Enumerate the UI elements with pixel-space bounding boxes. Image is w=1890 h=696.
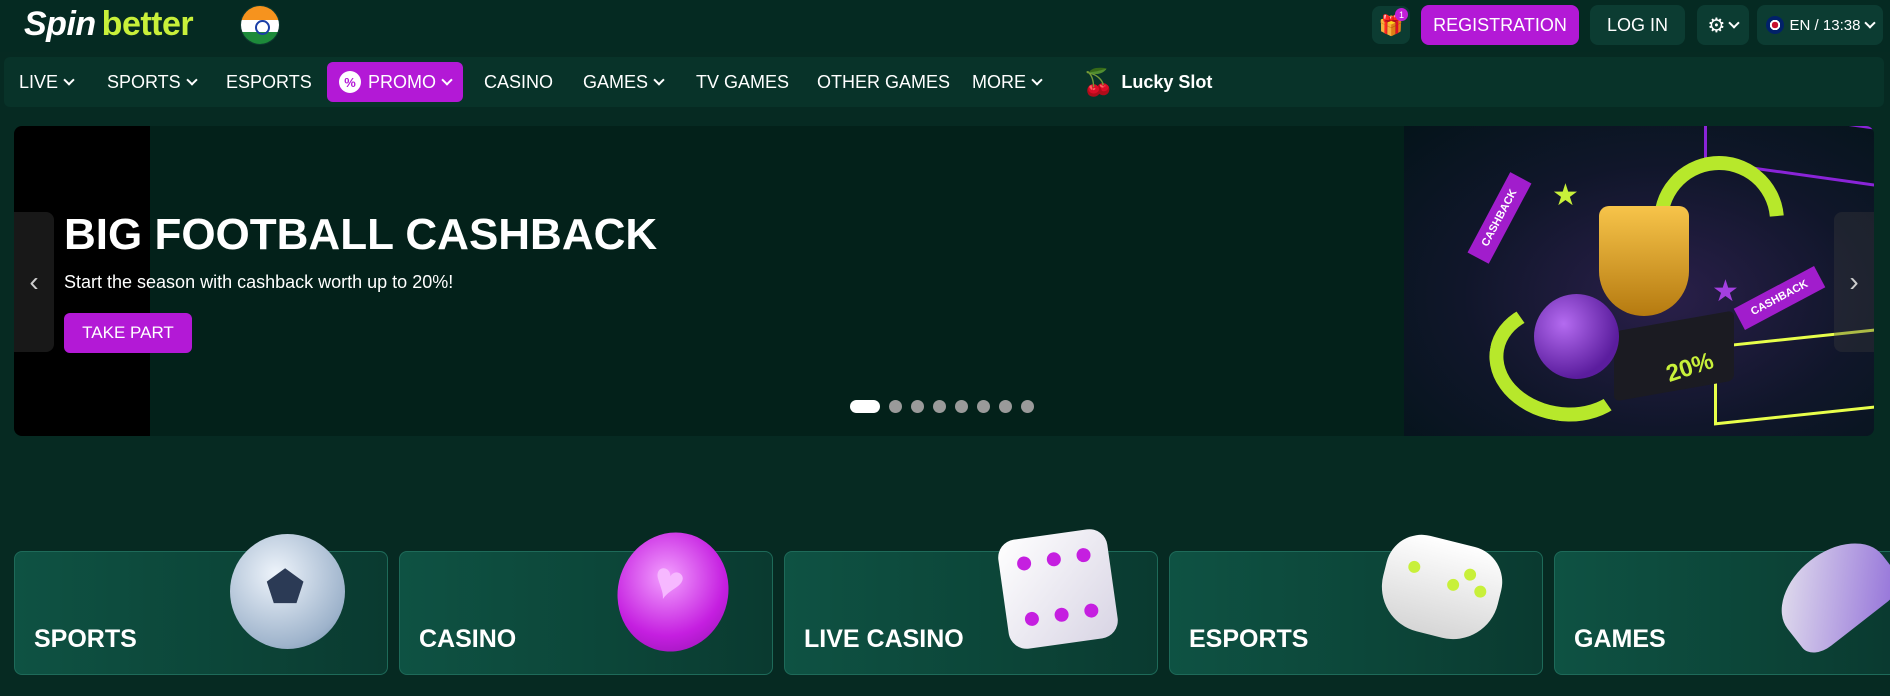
category-label: SPORTS bbox=[34, 625, 137, 653]
soccer-ball-icon bbox=[230, 534, 345, 649]
carousel-next-button[interactable]: › bbox=[1834, 212, 1874, 352]
purple-ball-icon bbox=[1534, 294, 1619, 379]
nav-item-label: ESPORTS bbox=[226, 71, 312, 92]
carousel-dot[interactable] bbox=[889, 400, 902, 413]
logo-better: better bbox=[101, 4, 194, 43]
nav-item-label: LIVE bbox=[19, 71, 59, 92]
gift-button[interactable]: 🎁 1 bbox=[1372, 6, 1410, 44]
logo-spin: Spin bbox=[24, 4, 96, 43]
nav-item-sports[interactable]: SPORTS bbox=[107, 62, 198, 102]
category-label: ESPORTS bbox=[1189, 625, 1309, 653]
nav-item-games[interactable]: GAMES bbox=[583, 62, 665, 102]
dice-icon bbox=[995, 526, 1121, 652]
nav-item-label: TV GAMES bbox=[696, 71, 790, 92]
carousel-dot[interactable] bbox=[850, 400, 880, 413]
cherry-icon: 🍒 bbox=[1082, 66, 1115, 97]
nav-item-tv-games[interactable]: TV GAMES bbox=[696, 62, 789, 102]
nav-item-label: GAMES bbox=[583, 71, 649, 92]
chevron-down-icon bbox=[441, 74, 453, 86]
main-nav: LIVE SPORTS ESPORTS % PROMO CASINO GAMES… bbox=[4, 57, 1884, 107]
category-card-casino[interactable]: CASINO bbox=[399, 517, 773, 675]
category-label: CASINO bbox=[419, 625, 517, 653]
registration-button[interactable]: REGISTRATION bbox=[1421, 5, 1579, 45]
gift-count-badge: 1 bbox=[1395, 8, 1408, 21]
nav-item-live[interactable]: LIVE bbox=[19, 62, 75, 102]
nav-item-more[interactable]: MORE bbox=[972, 62, 1043, 102]
banner-title: BIG FOOTBALL CASHBACK bbox=[64, 210, 658, 259]
language-time-label: EN / 13:38 bbox=[1789, 16, 1861, 34]
banner-subtitle: Start the season with cashback worth up … bbox=[64, 272, 454, 292]
language-time-button[interactable]: EN / 13:38 bbox=[1757, 5, 1883, 45]
site-logo[interactable]: Spin better bbox=[24, 4, 194, 43]
cashback-ribbon: CASHBACK bbox=[1467, 172, 1532, 264]
chevron-down-icon bbox=[653, 74, 665, 86]
gear-icon: ⚙ bbox=[1707, 14, 1726, 37]
nav-item-label: MORE bbox=[972, 71, 1026, 92]
category-label: LIVE CASINO bbox=[804, 625, 964, 653]
carousel-dot[interactable] bbox=[911, 400, 924, 413]
category-card-esports[interactable]: ESPORTS bbox=[1169, 527, 1543, 675]
nav-item-label: SPORTS bbox=[107, 71, 181, 92]
category-card-live-casino[interactable]: LIVE CASINO bbox=[784, 526, 1158, 675]
carousel-dot[interactable] bbox=[933, 400, 946, 413]
chevron-right-icon: › bbox=[1849, 266, 1859, 297]
uk-flag-icon bbox=[1765, 16, 1784, 34]
carousel-dot[interactable] bbox=[1021, 400, 1034, 413]
nav-item-label: CASINO bbox=[484, 71, 554, 92]
carousel-dot[interactable] bbox=[955, 400, 968, 413]
nav-item-casino[interactable]: CASINO bbox=[484, 62, 553, 102]
category-card-sports[interactable]: SPORTS bbox=[14, 534, 388, 675]
nav-item-label: PROMO bbox=[368, 71, 437, 92]
carousel-dots bbox=[850, 400, 1034, 413]
banner-artwork: 20% CASHBACK CASHBACK ★ ★ bbox=[1404, 126, 1874, 436]
gamepad-icon bbox=[1372, 527, 1510, 649]
rocket-icon bbox=[1763, 523, 1890, 661]
trophy-icon bbox=[1599, 206, 1689, 316]
category-label: GAMES bbox=[1574, 625, 1666, 653]
star-icon: ★ bbox=[1552, 179, 1579, 212]
chevron-left-icon: ‹ bbox=[29, 266, 39, 297]
chevron-down-icon bbox=[1728, 17, 1741, 29]
nav-item-label: OTHER GAMES bbox=[817, 71, 951, 92]
percent-badge-icon: % bbox=[339, 71, 361, 93]
header: Spin better 🎁 1 REGISTRATION LOG IN ⚙ EN… bbox=[0, 0, 1890, 52]
chevron-down-icon bbox=[63, 74, 75, 86]
nav-item-other-games[interactable]: OTHER GAMES bbox=[817, 62, 950, 102]
promo-banner[interactable]: 20% CASHBACK CASHBACK ★ ★ BIG FOOTBALL C… bbox=[14, 126, 1874, 436]
nav-item-esports[interactable]: ESPORTS bbox=[226, 62, 312, 102]
settings-button[interactable]: ⚙ bbox=[1697, 5, 1749, 45]
category-card-games[interactable]: GAMES bbox=[1554, 523, 1890, 675]
chevron-down-icon bbox=[1031, 74, 1043, 86]
star-icon: ★ bbox=[1712, 275, 1739, 308]
nav-item-label: Lucky Slot bbox=[1121, 71, 1213, 92]
nav-item-lucky-slot[interactable]: 🍒 Lucky Slot bbox=[1082, 62, 1212, 102]
casino-chip-icon bbox=[602, 517, 744, 667]
take-part-button[interactable]: TAKE PART bbox=[64, 313, 192, 353]
india-flag-icon[interactable] bbox=[240, 5, 280, 45]
chevron-down-icon bbox=[1864, 17, 1877, 29]
carousel-dot[interactable] bbox=[977, 400, 990, 413]
carousel-dot[interactable] bbox=[999, 400, 1012, 413]
chevron-down-icon bbox=[186, 74, 198, 86]
login-button[interactable]: LOG IN bbox=[1590, 5, 1685, 45]
nav-item-promo[interactable]: % PROMO bbox=[327, 62, 464, 102]
carousel-prev-button[interactable]: ‹ bbox=[14, 212, 54, 352]
